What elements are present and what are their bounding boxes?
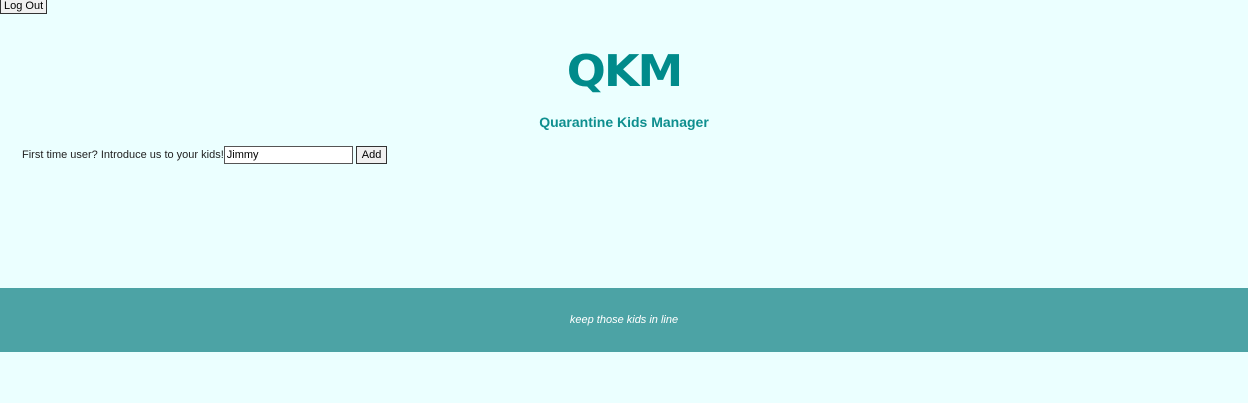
qkm-logo: QKM	[566, 45, 684, 97]
kid-name-input[interactable]	[223, 146, 353, 164]
add-kid-form: First time user? Introduce us to your ki…	[22, 146, 388, 164]
logout-button[interactable]: Log Out	[0, 0, 48, 14]
add-kid-button[interactable]: Add	[355, 146, 388, 164]
footer-tagline: keep those kids in line	[569, 314, 679, 326]
logo-text: QKM	[566, 45, 684, 97]
intro-prompt: First time user? Introduce us to your ki…	[22, 149, 224, 161]
footer: keep those kids in line	[0, 288, 1248, 352]
page: Log Out QKM Quarantine Kids Manager Firs…	[0, 0, 1248, 403]
app-title: Quarantine Kids Manager	[539, 114, 709, 130]
